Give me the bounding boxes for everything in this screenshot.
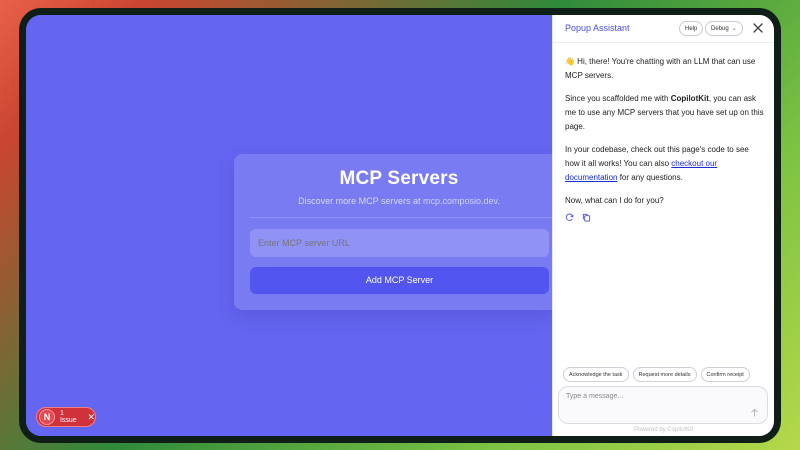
close-icon[interactable] [752, 22, 764, 34]
copilotkit-bold: CopilotKit [670, 94, 709, 103]
copy-icon[interactable] [582, 213, 591, 222]
message-actions [565, 213, 765, 222]
debug-label: Debug [711, 25, 729, 32]
message-list: 👋 Hi, there! You're chatting with an LLM… [565, 55, 765, 222]
mcp-servers-card: MCP Servers Discover more MCP servers at… [234, 154, 552, 310]
issue-badge[interactable]: N 1 Issue ✕ [36, 407, 96, 427]
suggestion-chip[interactable]: Confirm receipt [700, 367, 750, 382]
panel-header: Popup Assistant Help Debug ⌄ [553, 15, 774, 43]
issue-count-label: 1 Issue [59, 410, 77, 424]
suggestion-chip[interactable]: Request more details [632, 367, 697, 382]
help-label: Help [685, 25, 698, 32]
message-text: for any questions. [617, 173, 683, 182]
message-input[interactable]: Type a message... [566, 393, 623, 400]
nextjs-logo-icon: N [39, 409, 55, 425]
assistant-message-scaffold: Since you scaffolded me with CopilotKit,… [565, 92, 765, 134]
message-text: In your codebase, check out this page's … [565, 145, 749, 168]
browser-viewport: MCP Servers Discover more MCP servers at… [26, 15, 774, 436]
divider [250, 217, 552, 218]
app-window: MCP Servers Discover more MCP servers at… [19, 8, 781, 443]
assistant-panel: Popup Assistant Help Debug ⌄ 👋 Hi, there!… [552, 15, 774, 436]
assistant-message-codebase: In your codebase, check out this page's … [565, 143, 765, 185]
powered-by-label: Powered by CopilotKit [633, 427, 694, 433]
suggestion-chip[interactable]: Acknowledge the task [563, 367, 629, 382]
message-input-box[interactable]: Type a message... [558, 386, 768, 424]
close-icon[interactable]: ✕ [87, 412, 95, 423]
debug-button[interactable]: Debug ⌄ [705, 21, 743, 36]
panel-title: Popup Assistant [565, 23, 630, 33]
mcp-url-input[interactable] [250, 229, 549, 257]
message-text: Since you scaffolded me with [565, 94, 671, 103]
add-mcp-server-button[interactable]: Add MCP Server [250, 267, 549, 294]
main-area: MCP Servers Discover more MCP servers at… [26, 15, 552, 436]
suggestion-chips: Acknowledge the task Request more detail… [563, 367, 750, 382]
card-subtitle: Discover more MCP servers at mcp.composi… [234, 196, 564, 206]
send-icon[interactable] [750, 408, 759, 417]
composio-link[interactable]: mcp.composio.dev. [423, 196, 500, 206]
assistant-message-greeting: 👋 Hi, there! You're chatting with an LLM… [565, 57, 756, 80]
card-title: MCP Servers [339, 168, 459, 189]
card-subtitle-text: Discover more MCP servers at [298, 196, 423, 206]
help-button[interactable]: Help [679, 21, 704, 36]
regenerate-icon[interactable] [565, 213, 574, 222]
chevron-down-icon: ⌄ [731, 26, 737, 32]
assistant-message-prompt: Now, what can I do for you? [565, 196, 664, 205]
